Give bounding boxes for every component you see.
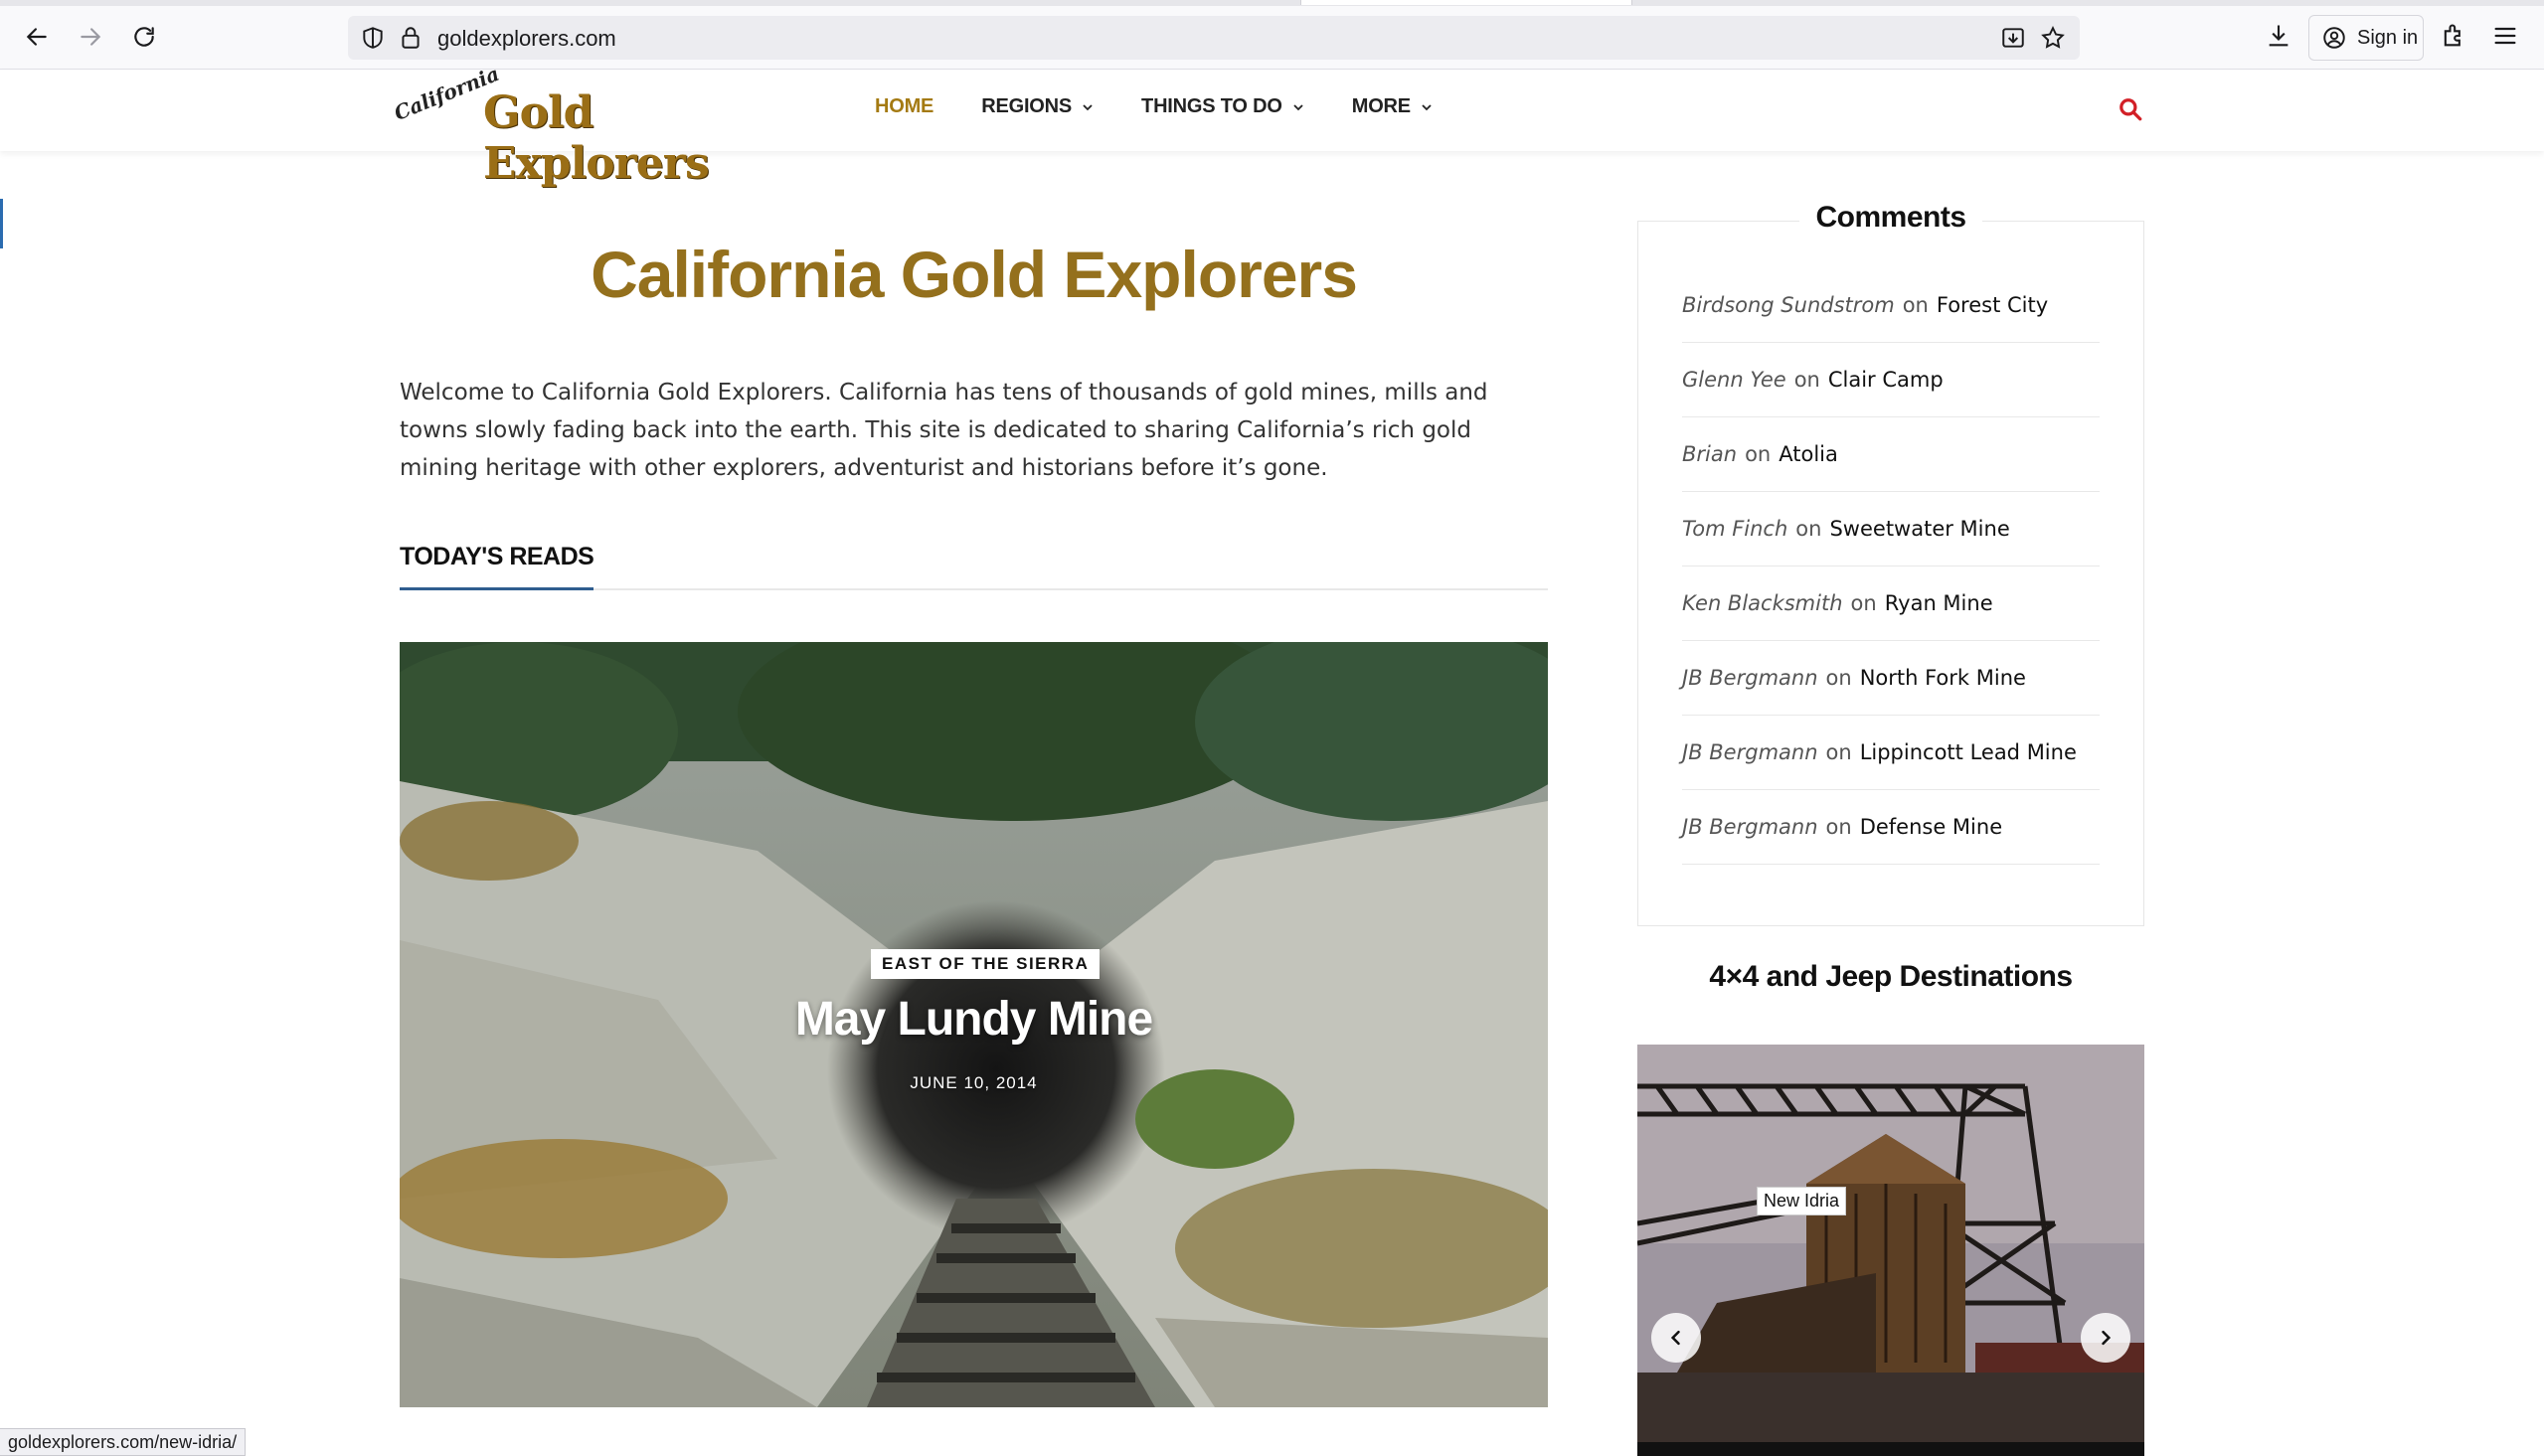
headframe-photo [1637, 1045, 2144, 1456]
downloads-icon[interactable] [2265, 22, 2292, 50]
comment-post-link[interactable]: Sweetwater Mine [1829, 517, 2009, 541]
nav-item-label: REGIONS [981, 95, 1073, 117]
nav-item-things-to-do[interactable]: THINGS TO DO [1141, 95, 1304, 118]
arrow-right-icon [81, 28, 101, 46]
nav-item-more[interactable]: MORE [1352, 95, 1433, 118]
featured-post-title[interactable]: May Lundy Mine [400, 992, 1548, 1047]
comments-widget-title: Comments [1799, 201, 1982, 235]
nav-item-label: THINGS TO DO [1141, 95, 1282, 117]
status-bar-link-preview: goldexplorers.com/new-idria/ [0, 1428, 247, 1456]
comment-connector: on [1745, 442, 1772, 466]
main-navigation: HOME REGIONS THINGS TO DO MORE [875, 95, 1480, 118]
chevron-left-icon [1670, 1330, 1680, 1346]
comment-connector: on [1825, 815, 1852, 839]
comment-post-link[interactable]: North Fork Mine [1860, 666, 2026, 690]
chevron-down-icon [1422, 103, 1432, 110]
comment-post-link[interactable]: Forest City [1937, 293, 2048, 317]
comment-item: Ken Blacksmith on Ryan Mine [1682, 566, 2100, 641]
shield-icon[interactable] [360, 25, 386, 51]
chevron-down-icon [1293, 103, 1303, 110]
arrow-left-icon [26, 28, 47, 46]
active-tab[interactable] [1300, 0, 1632, 5]
comment-author: Brian [1682, 442, 1738, 466]
search-icon[interactable] [2118, 96, 2143, 122]
comment-item: JB Bergmann on Lippincott Lead Mine [1682, 716, 2100, 790]
comment-author: Ken Blacksmith [1682, 591, 1843, 615]
nav-item-label: HOME [875, 95, 934, 117]
comment-item: JB Bergmann on Defense Mine [1682, 790, 2100, 865]
tab-strip [0, 0, 2544, 6]
nav-item-home[interactable]: HOME [875, 95, 933, 118]
comment-post-link[interactable]: Clair Camp [1828, 368, 1944, 392]
site-logo[interactable]: California Gold Explorers [391, 62, 781, 189]
comment-connector: on [1825, 740, 1852, 764]
install-page-icon[interactable] [2000, 25, 2026, 51]
comment-item: Birdsong Sundstrom on Forest City [1682, 268, 2100, 343]
comment-post-link[interactable]: Atolia [1779, 442, 1838, 466]
intro-paragraph: Welcome to California Gold Explorers. Ca… [400, 380, 1488, 481]
logo-big-text: Gold Explorers [483, 87, 710, 189]
reload-button[interactable] [125, 18, 163, 56]
category-badge[interactable]: EAST OF THE SIERRA [871, 949, 1101, 979]
chevron-down-icon [1083, 103, 1093, 110]
section-heading: TODAY'S READS [400, 543, 1548, 590]
forward-button[interactable] [72, 18, 109, 56]
sign-in-label: Sign in [2357, 26, 2419, 49]
sign-in-button[interactable]: Sign in [2308, 15, 2424, 61]
reload-icon [134, 27, 154, 47]
comment-connector: on [1795, 517, 1822, 541]
nav-item-label: MORE [1351, 95, 1411, 117]
comment-item: Glenn Yee on Clair Camp [1682, 343, 2100, 417]
slider-prev-button[interactable] [1651, 1313, 1701, 1363]
comment-connector: on [1850, 591, 1877, 615]
comment-author: Glenn Yee [1682, 368, 1786, 392]
page-title: California Gold Explorers [591, 238, 1358, 311]
slide-caption[interactable]: New Idria [1757, 1187, 1847, 1215]
comment-connector: on [1825, 666, 1852, 690]
comment-author: JB Bergmann [1682, 666, 1818, 690]
comment-item: Brian on Atolia [1682, 417, 2100, 492]
extensions-icon[interactable] [2440, 22, 2467, 50]
account-icon [2323, 27, 2345, 49]
nav-item-regions[interactable]: REGIONS [981, 95, 1094, 118]
address-bar[interactable]: goldexplorers.com [348, 16, 2080, 60]
chevron-right-icon [2102, 1330, 2112, 1346]
destinations-slider[interactable]: New Idria [1637, 1045, 2144, 1456]
comment-connector: on [1902, 293, 1929, 317]
back-button[interactable] [18, 18, 56, 56]
comment-author: Birdsong Sundstrom [1682, 293, 1895, 317]
comment-item: Tom Finch on Sweetwater Mine [1682, 492, 2100, 566]
comment-post-link[interactable]: Ryan Mine [1885, 591, 1993, 615]
comment-item: JB Bergmann on North Fork Mine [1682, 641, 2100, 716]
destinations-widget-title: 4×4 and Jeep Destinations [1709, 960, 2073, 993]
comment-author: JB Bergmann [1682, 740, 1818, 764]
comment-post-link[interactable]: Defense Mine [1860, 815, 2002, 839]
featured-post-date: JUNE 10, 2014 [910, 1073, 1038, 1092]
url-text[interactable]: goldexplorers.com [437, 26, 616, 52]
menu-icon[interactable] [2491, 22, 2519, 50]
section-heading-label: TODAY'S READS [400, 543, 594, 590]
slider-next-button[interactable] [2081, 1313, 2130, 1363]
star-bookmark-icon[interactable] [2040, 25, 2066, 51]
left-edge-accent [0, 199, 3, 248]
lock-icon[interactable] [398, 25, 424, 51]
comment-author: Tom Finch [1682, 517, 1788, 541]
comment-connector: on [1793, 368, 1820, 392]
comment-post-link[interactable]: Lippincott Lead Mine [1860, 740, 2077, 764]
featured-post-card[interactable]: EAST OF THE SIERRA May Lundy Mine JUNE 1… [400, 642, 1548, 1407]
comment-author: JB Bergmann [1682, 815, 1818, 839]
